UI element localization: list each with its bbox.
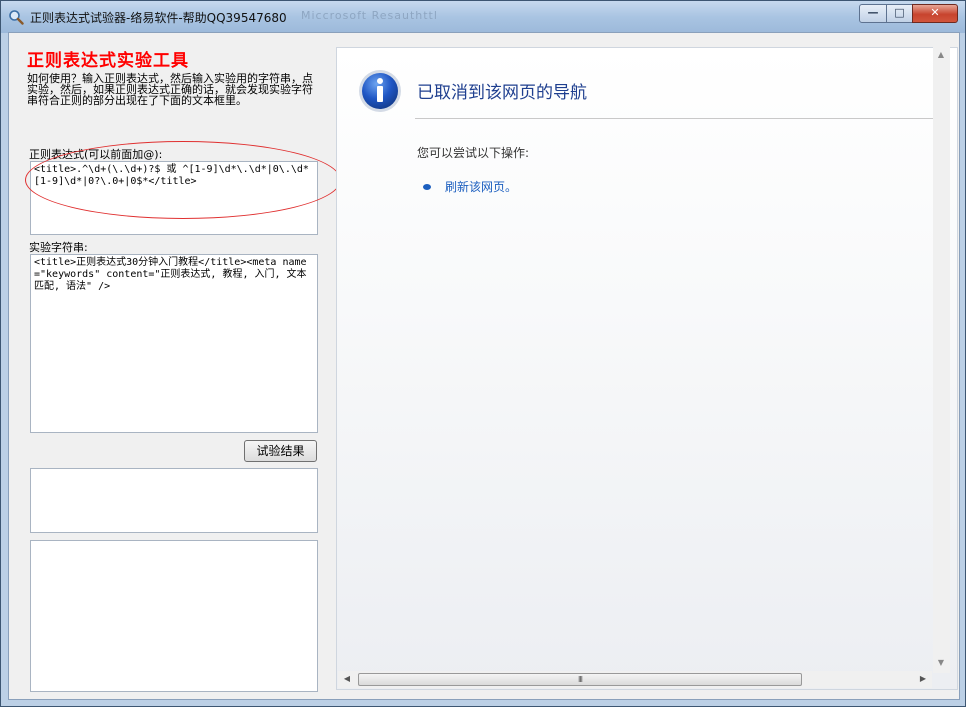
suggestion-text: 您可以尝试以下操作: — [417, 146, 530, 160]
vertical-scrollbar[interactable]: ▲ ▼ — [933, 47, 950, 673]
regex-label: 正则表达式(可以前面加@): — [29, 148, 163, 161]
help-text: 如何使用？输入正则表达式，然后输入实验用的字符串，点实验，然后，如果正则表达式正… — [27, 72, 313, 107]
scroll-right-icon[interactable]: ▶ — [917, 673, 929, 685]
title-bar[interactable]: 正则表达式试验器-络易软件-帮助QQ39547680 Miccrosoft Re… — [1, 1, 965, 33]
divider — [415, 118, 933, 119]
tool-panel: 正则表达式实验工具 如何使用？输入正则表达式，然后输入实验用的字符串，点实验，然… — [9, 33, 341, 699]
close-button[interactable]: ✕ — [912, 4, 958, 23]
result-textbox[interactable] — [30, 468, 318, 533]
browser-panel: 已取消到该网页的导航 您可以尝试以下操作: 刷新该网页。 — [336, 47, 958, 690]
match-output-textbox[interactable] — [30, 540, 318, 692]
scroll-down-icon[interactable]: ▼ — [935, 657, 947, 669]
scroll-thumb[interactable]: III — [358, 673, 802, 686]
client-area: 正则表达式实验工具 如何使用？输入正则表达式，然后输入实验用的字符串，点实验，然… — [8, 32, 960, 700]
maximize-button[interactable]: □ — [886, 4, 913, 23]
navigation-canceled-title: 已取消到该网页的导航 — [417, 83, 587, 103]
scroll-left-icon[interactable]: ◀ — [341, 673, 353, 685]
minimize-button[interactable]: — — [859, 4, 887, 23]
horizontal-scrollbar[interactable]: ◀ III ▶ — [338, 671, 932, 688]
test-result-button[interactable]: 试验结果 — [244, 440, 317, 462]
window-title: 正则表达式试验器-络易软件-帮助QQ39547680 — [30, 11, 287, 25]
bullet-icon — [423, 184, 431, 190]
test-string-label: 实验字符串: — [29, 241, 88, 254]
magnifier-icon — [9, 10, 24, 25]
scroll-up-icon[interactable]: ▲ — [935, 49, 947, 61]
test-string-input[interactable]: <title>正则表达式30分钟入门教程</title><meta name="… — [30, 254, 318, 433]
window-title-ghost: Miccrosoft Resauthttl — [301, 9, 438, 22]
refresh-page-link[interactable]: 刷新该网页。 — [445, 178, 517, 195]
info-icon — [359, 70, 401, 112]
regex-input[interactable]: <title>.^\d+(\.\d+)?$ 或 ^[1-9]\d*\.\d*|0… — [30, 161, 318, 235]
app-window: 正则表达式试验器-络易软件-帮助QQ39547680 Miccrosoft Re… — [0, 0, 966, 707]
app-heading: 正则表达式实验工具 — [27, 51, 189, 71]
